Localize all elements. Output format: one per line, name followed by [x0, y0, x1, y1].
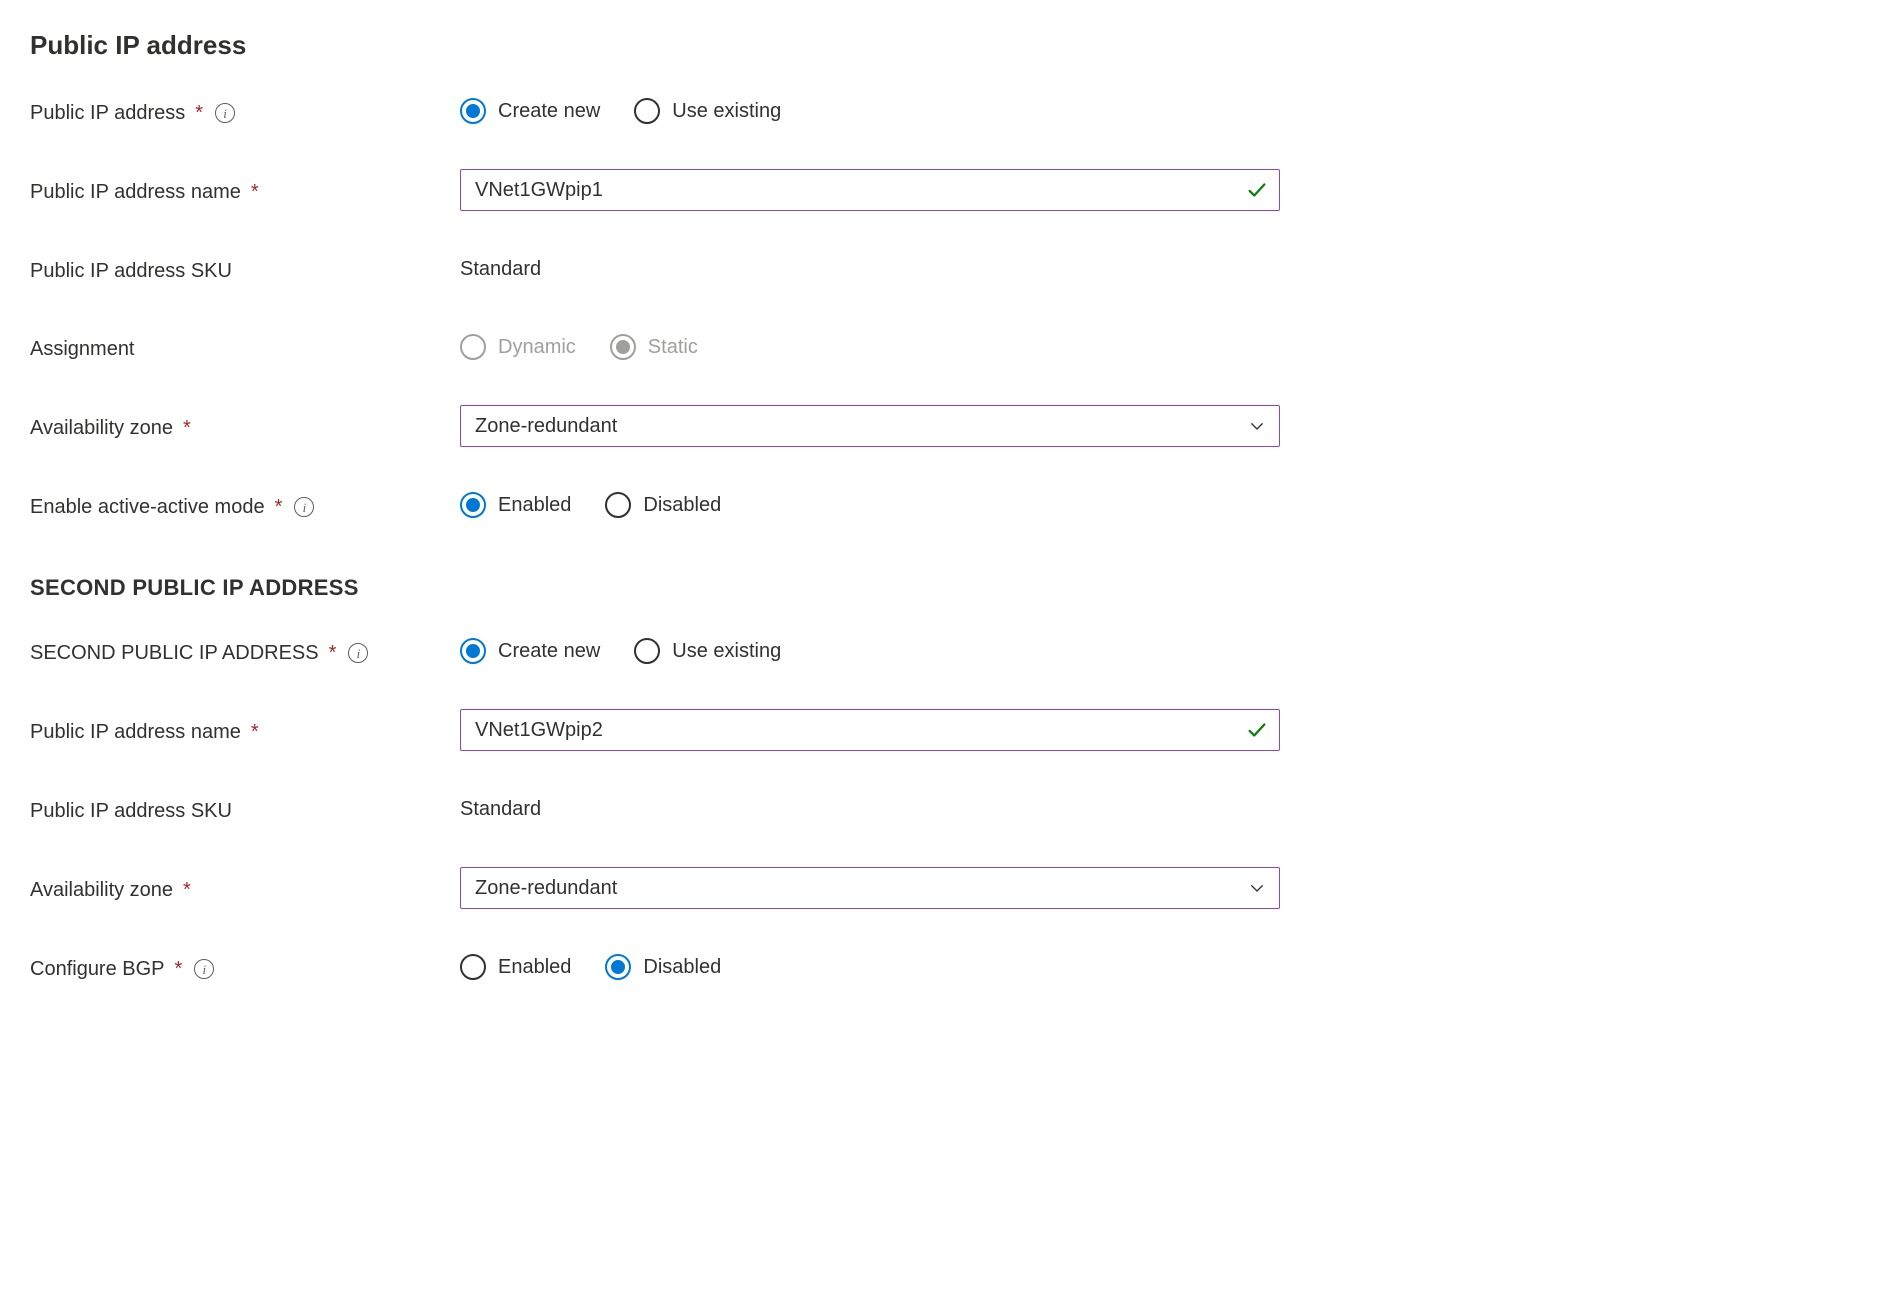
label-public-ip-name-1: Public IP address name [30, 181, 241, 204]
row-public-ip-sku-2: Public IP address SKU Standard [30, 789, 1869, 829]
radio-active-disabled[interactable]: Disabled [605, 492, 721, 518]
radio-active-enabled[interactable]: Enabled [460, 492, 571, 518]
row-public-ip-name-1: Public IP address name * [30, 169, 1869, 211]
radio-label-disabled: Disabled [643, 494, 721, 517]
section-header-second-ip: SECOND PUBLIC IP ADDRESS [30, 575, 1869, 601]
row-availability-zone-1: Availability zone * Zone-redundant [30, 405, 1869, 447]
value-public-ip-sku-2: Standard [460, 798, 541, 821]
radio-static: Static [610, 334, 698, 360]
required-asterisk: * [251, 181, 259, 204]
radio-dynamic: Dynamic [460, 334, 576, 360]
value-public-ip-sku-1: Standard [460, 258, 541, 281]
radio-label-static: Static [648, 336, 698, 359]
label-second-public-ip: SECOND PUBLIC IP ADDRESS [30, 642, 319, 665]
required-asterisk: * [175, 958, 183, 981]
info-icon[interactable]: i [348, 643, 368, 663]
label-availability-zone-2: Availability zone [30, 879, 173, 902]
row-configure-bgp: Configure BGP * i Enabled Disabled [30, 947, 1869, 987]
radio-label-create-new: Create new [498, 100, 600, 123]
radio-create-new-2[interactable]: Create new [460, 638, 600, 664]
label-active-active: Enable active-active mode [30, 496, 265, 519]
select-value-az-1: Zone-redundant [475, 415, 617, 438]
radio-label-dynamic: Dynamic [498, 336, 576, 359]
required-asterisk: * [195, 102, 203, 125]
label-public-ip-sku-2: Public IP address SKU [30, 800, 232, 823]
checkmark-icon [1246, 179, 1268, 201]
required-asterisk: * [183, 417, 191, 440]
select-value-az-2: Zone-redundant [475, 877, 617, 900]
row-public-ip-address: Public IP address * i Create new Use exi… [30, 91, 1869, 131]
radio-label-use-existing: Use existing [672, 640, 781, 663]
required-asterisk: * [329, 642, 337, 665]
required-asterisk: * [251, 721, 259, 744]
row-public-ip-name-2: Public IP address name * [30, 709, 1869, 751]
label-configure-bgp: Configure BGP [30, 958, 165, 981]
radio-label-enabled: Enabled [498, 956, 571, 979]
info-icon[interactable]: i [215, 103, 235, 123]
checkmark-icon [1246, 719, 1268, 741]
label-assignment: Assignment [30, 338, 135, 361]
row-availability-zone-2: Availability zone * Zone-redundant [30, 867, 1869, 909]
info-icon[interactable]: i [294, 497, 314, 517]
row-second-public-ip: SECOND PUBLIC IP ADDRESS * i Create new … [30, 631, 1869, 671]
input-public-ip-name-2[interactable] [460, 709, 1280, 751]
label-availability-zone-1: Availability zone [30, 417, 173, 440]
radio-create-new-1[interactable]: Create new [460, 98, 600, 124]
radio-label-create-new: Create new [498, 640, 600, 663]
label-public-ip-name-2: Public IP address name [30, 721, 241, 744]
section-header-public-ip: Public IP address [30, 30, 1869, 61]
radio-label-enabled: Enabled [498, 494, 571, 517]
select-availability-zone-2[interactable]: Zone-redundant [460, 867, 1280, 909]
label-public-ip-address: Public IP address [30, 102, 185, 125]
row-assignment: Assignment Dynamic Static [30, 327, 1869, 367]
required-asterisk: * [275, 496, 283, 519]
info-icon[interactable]: i [194, 959, 214, 979]
row-public-ip-sku-1: Public IP address SKU Standard [30, 249, 1869, 289]
radio-label-disabled: Disabled [643, 956, 721, 979]
radio-use-existing-1[interactable]: Use existing [634, 98, 781, 124]
row-active-active: Enable active-active mode * i Enabled Di… [30, 485, 1869, 525]
radio-bgp-enabled[interactable]: Enabled [460, 954, 571, 980]
radio-label-use-existing: Use existing [672, 100, 781, 123]
radio-use-existing-2[interactable]: Use existing [634, 638, 781, 664]
input-public-ip-name-1[interactable] [460, 169, 1280, 211]
select-availability-zone-1[interactable]: Zone-redundant [460, 405, 1280, 447]
label-public-ip-sku-1: Public IP address SKU [30, 260, 232, 283]
radio-bgp-disabled[interactable]: Disabled [605, 954, 721, 980]
required-asterisk: * [183, 879, 191, 902]
